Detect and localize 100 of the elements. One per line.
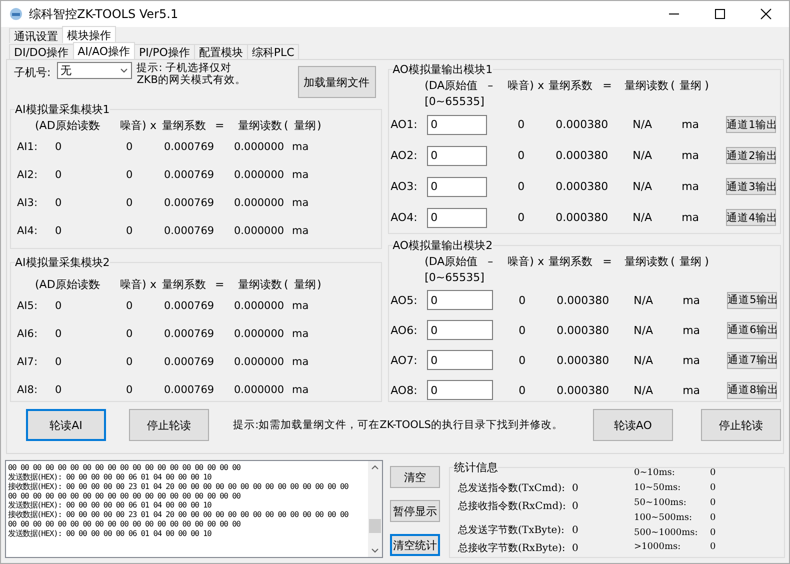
value-text: 0 [55,356,63,368]
column-header: x [150,278,158,290]
input-field[interactable]: 0 [426,290,493,310]
unit-label: ma [682,118,700,131]
column-header: ( [284,278,290,290]
channel-label: AI5: [17,300,38,312]
column-header: 量纲系数 [548,254,594,269]
value-text: N/A [634,384,654,396]
stat-label: 总发送字节数(TxByte): [458,524,566,537]
group-title: AO模拟量输出模块1 [392,62,493,77]
unit-label: ma [682,384,702,396]
column-header: x [538,255,546,268]
stat-label: 50~100ms: [634,498,688,508]
column-header: 量纲 [680,78,703,93]
value-text: 0 [518,149,526,162]
channel-label: AO1: [390,118,418,131]
value-text: 0.000000 [234,141,286,153]
caret-icon[interactable] [371,548,379,553]
column-header: ) [317,278,322,290]
scrollbar[interactable] [368,461,382,557]
input-field[interactable]: 0 [426,320,493,340]
caret-icon[interactable] [371,465,379,470]
unit-label: ma [682,324,702,336]
value-text: 0.000380 [556,384,610,396]
load-button[interactable]: 加载量纲文件 [298,66,376,98]
tab[interactable]: 综科PLC [246,44,300,59]
stat-label: 总发送指令数(TxCmd): [458,482,566,495]
value-text: 0.000000 [234,225,286,237]
unit-label: ma [682,180,700,193]
column-header: 噪音) [120,118,148,132]
column-header: 量纲读数 [624,254,670,269]
column-header: ( [284,118,290,132]
log-button[interactable]: 清空 [390,466,440,488]
poll-button[interactable]: 轮读AI [26,409,106,441]
output-button[interactable]: 通道6输出 [726,322,777,338]
caret-icon [120,68,128,73]
value-text: 0.000380 [556,324,610,336]
column-header: 量纲 [294,118,317,132]
tab[interactable]: 配置模块 [194,44,248,59]
output-button[interactable]: 通道2输出 [726,147,776,164]
value-text: 0.000380 [556,294,610,306]
scrollbar-thumb[interactable] [369,519,381,533]
column-header: ) [704,255,710,268]
tab[interactable]: PI/PO操作 [134,44,195,59]
output-button[interactable]: 通道3输出 [726,178,776,195]
column-header: – [488,255,494,268]
hint-text: 提示: 子机选择仅对ZKB的网关模式有效。 [136,62,248,86]
column-header: = [215,118,226,132]
column-header: (DA原始值 [424,254,479,269]
maximize-icon[interactable] [714,8,726,20]
stop-button[interactable]: 停止轮读 [700,409,781,441]
column-header: = [602,79,613,92]
value-text: 0 [518,354,527,366]
app-icon [9,7,23,21]
window-title: 综科智控ZK-TOOLS Ver5.1 [29,6,178,22]
input-field[interactable]: 0 [426,350,493,370]
tab[interactable]: 通讯设置 [9,28,63,43]
channel-label: AO4: [390,211,418,224]
value-text: 0.000000 [234,328,286,340]
column-header: 噪音) [508,254,535,269]
value-text: N/A [632,118,654,131]
column-header: 量纲读数 [238,118,283,132]
value-text: N/A [634,354,654,366]
channel-label: AO7: [390,354,418,366]
channel-label: AI7: [17,356,38,368]
group-title: AI模拟量采集模块1 [15,102,110,117]
value-text: 0 [55,328,63,340]
input-field[interactable]: 0 [426,208,487,228]
stat-value: 0 [572,524,578,536]
unit-label: ma [292,356,310,368]
input-field[interactable]: 0 [426,176,487,196]
value-text: 0 [55,300,63,312]
stop-button[interactable]: 停止轮读 [129,409,210,441]
column-header: 量纲读数 [238,276,283,292]
log-button[interactable]: 暂停显示 [390,500,440,522]
output-button[interactable]: 通道7输出 [726,352,777,368]
value-text: 0.000380 [556,149,610,162]
input-field[interactable]: 0 [426,380,493,400]
close-icon[interactable] [760,8,772,20]
input-field[interactable]: 0 [426,146,487,166]
column-header: = [215,278,226,290]
tab[interactable]: AI/AO操作 [72,42,136,59]
column-header: 量纲读数 [624,78,670,93]
poll-button[interactable]: 轮读AO [592,409,673,441]
log-button[interactable]: 清空统计 [390,534,440,556]
output-button[interactable]: 通道4输出 [726,209,776,226]
output-button[interactable]: 通道1输出 [726,116,776,133]
unit-label: ma [682,294,702,306]
value-text: 0 [518,180,526,193]
input-field[interactable]: 0 [426,114,487,134]
column-header: ( [670,79,676,92]
value-text: 0 [126,328,134,340]
slave-select[interactable]: 无 [56,62,132,79]
value-text: 0.000000 [234,197,286,209]
tab[interactable]: DI/DO操作 [9,44,74,59]
unit-label: ma [292,141,310,153]
tab[interactable]: 模块操作 [62,26,116,43]
output-button[interactable]: 通道5输出 [726,292,777,308]
group-title: AO模拟量输出模块2 [392,238,493,253]
output-button[interactable]: 通道8输出 [726,382,777,398]
